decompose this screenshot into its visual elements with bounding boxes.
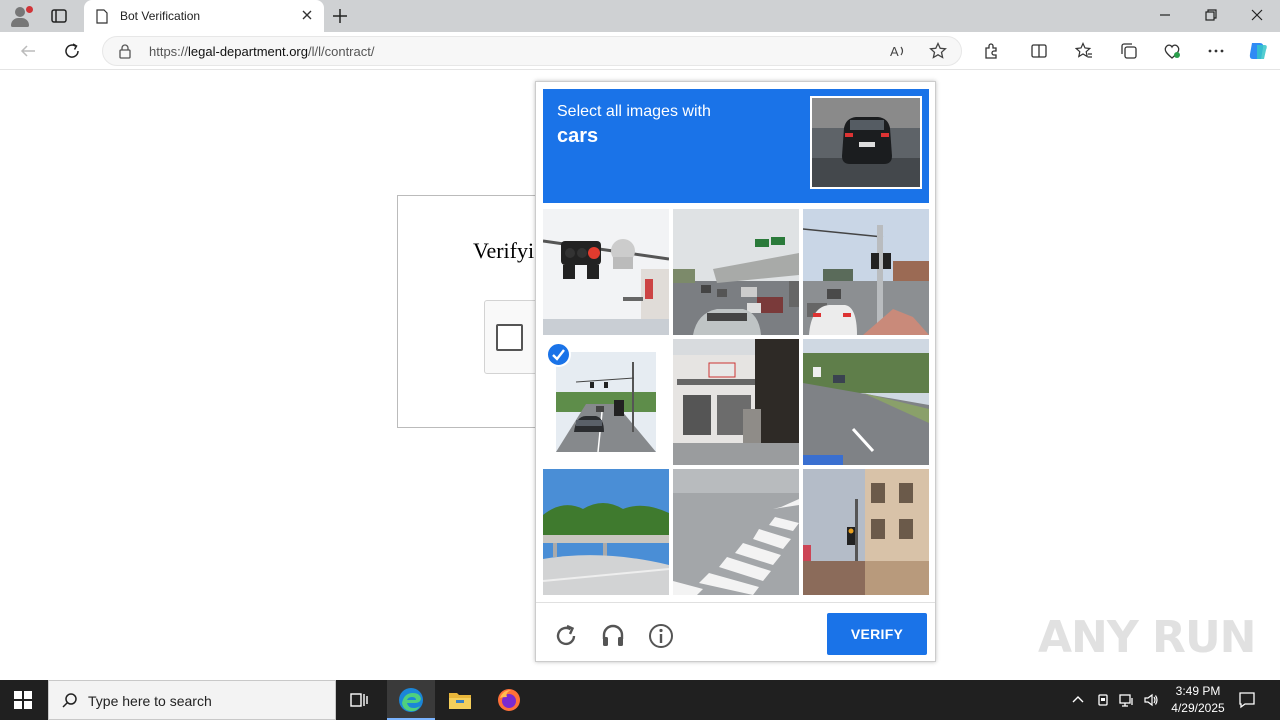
browser-essentials-icon[interactable] [1163, 42, 1181, 60]
taskbar-file-explorer[interactable] [436, 680, 484, 720]
image-tile-1[interactable] [543, 209, 669, 335]
close-window-icon[interactable] [1250, 8, 1264, 22]
windows-start-icon[interactable] [14, 691, 32, 709]
tab-actions-icon[interactable] [50, 7, 68, 25]
image-tile-8[interactable] [673, 469, 799, 595]
url-path: /l/l/contract/ [308, 44, 375, 59]
page-icon [96, 9, 108, 24]
url-text[interactable]: https://legal-department.org/l/l/contrac… [149, 44, 374, 59]
image-grid [543, 209, 929, 595]
show-hidden-icons-icon[interactable] [1070, 692, 1086, 708]
selected-check-icon [546, 342, 571, 367]
minimize-icon[interactable] [1158, 8, 1172, 22]
image-tile-9[interactable] [803, 469, 929, 595]
challenge-header: Select all images with cars [543, 89, 929, 203]
reload-challenge-icon[interactable] [553, 623, 579, 649]
svg-text:A: A [890, 44, 899, 59]
browser-toolbar: https://legal-department.org/l/l/contrac… [0, 32, 1280, 70]
challenge-footer: VERIFY [536, 602, 935, 662]
volume-icon[interactable] [1143, 692, 1159, 708]
clock-date: 4/29/2025 [1171, 701, 1225, 715]
system-clock[interactable]: 3:49 PM 4/29/2025 [1160, 683, 1236, 717]
page-heading: Verifyi [473, 238, 535, 263]
tab-title: Bot Verification [120, 9, 201, 23]
tab-bot-verification[interactable]: Bot Verification [84, 0, 324, 32]
taskbar-edge[interactable] [387, 680, 435, 720]
info-icon[interactable] [648, 623, 674, 649]
usb-device-icon[interactable] [1095, 692, 1111, 708]
restore-icon[interactable] [1204, 8, 1218, 22]
collections-icon[interactable] [1120, 42, 1138, 60]
more-menu-icon[interactable] [1207, 42, 1225, 60]
address-bar[interactable]: https://legal-department.org/l/l/contrac… [102, 36, 962, 66]
copilot-icon[interactable] [1246, 39, 1270, 63]
network-icon[interactable] [1119, 692, 1135, 708]
task-view-icon [350, 693, 368, 707]
image-tile-2[interactable] [673, 209, 799, 335]
taskbar-search[interactable]: Type here to search [48, 680, 336, 720]
watermark: ANY RUN [1038, 612, 1256, 663]
task-view-button[interactable] [336, 680, 384, 720]
url-scheme: https:// [149, 44, 189, 59]
taskbar: Type here to search 3:49 PM 4/29/2025 [0, 680, 1280, 720]
audio-challenge-icon[interactable] [600, 623, 626, 649]
new-tab-icon[interactable] [332, 8, 348, 24]
search-placeholder: Type here to search [88, 693, 212, 709]
clock-time: 3:49 PM [1175, 684, 1221, 698]
taskbar-firefox[interactable] [485, 680, 533, 720]
sample-image [810, 96, 922, 189]
back-icon[interactable] [19, 42, 37, 60]
firefox-icon [498, 689, 520, 711]
url-domain: legal-department.org [188, 44, 308, 59]
image-tile-3[interactable] [803, 209, 929, 335]
extensions-icon[interactable] [982, 42, 1000, 60]
favorite-star-icon[interactable] [929, 42, 947, 60]
close-tab-icon[interactable] [300, 8, 314, 22]
notifications-icon[interactable] [1238, 691, 1256, 709]
image-tile-5[interactable] [673, 339, 799, 465]
lock-icon[interactable] [118, 44, 132, 59]
search-icon [62, 693, 77, 708]
favorites-icon[interactable] [1075, 42, 1093, 60]
challenge-instruction: Select all images with [557, 103, 711, 120]
profile-icon[interactable] [8, 4, 34, 28]
split-screen-icon[interactable] [1030, 42, 1048, 60]
refresh-icon[interactable] [63, 42, 81, 60]
image-challenge-popup: Select all images with cars VERIFY [535, 81, 936, 662]
verify-button[interactable]: VERIFY [827, 613, 927, 655]
image-tile-6[interactable] [803, 339, 929, 465]
image-tile-4[interactable] [543, 339, 669, 465]
image-tile-7[interactable] [543, 469, 669, 595]
edge-icon [399, 688, 423, 712]
captcha-checkbox[interactable] [496, 324, 523, 351]
read-aloud-icon[interactable]: A [889, 42, 907, 60]
challenge-target: cars [557, 125, 599, 147]
tab-strip: Bot Verification [0, 0, 1280, 32]
folder-icon [449, 693, 471, 709]
